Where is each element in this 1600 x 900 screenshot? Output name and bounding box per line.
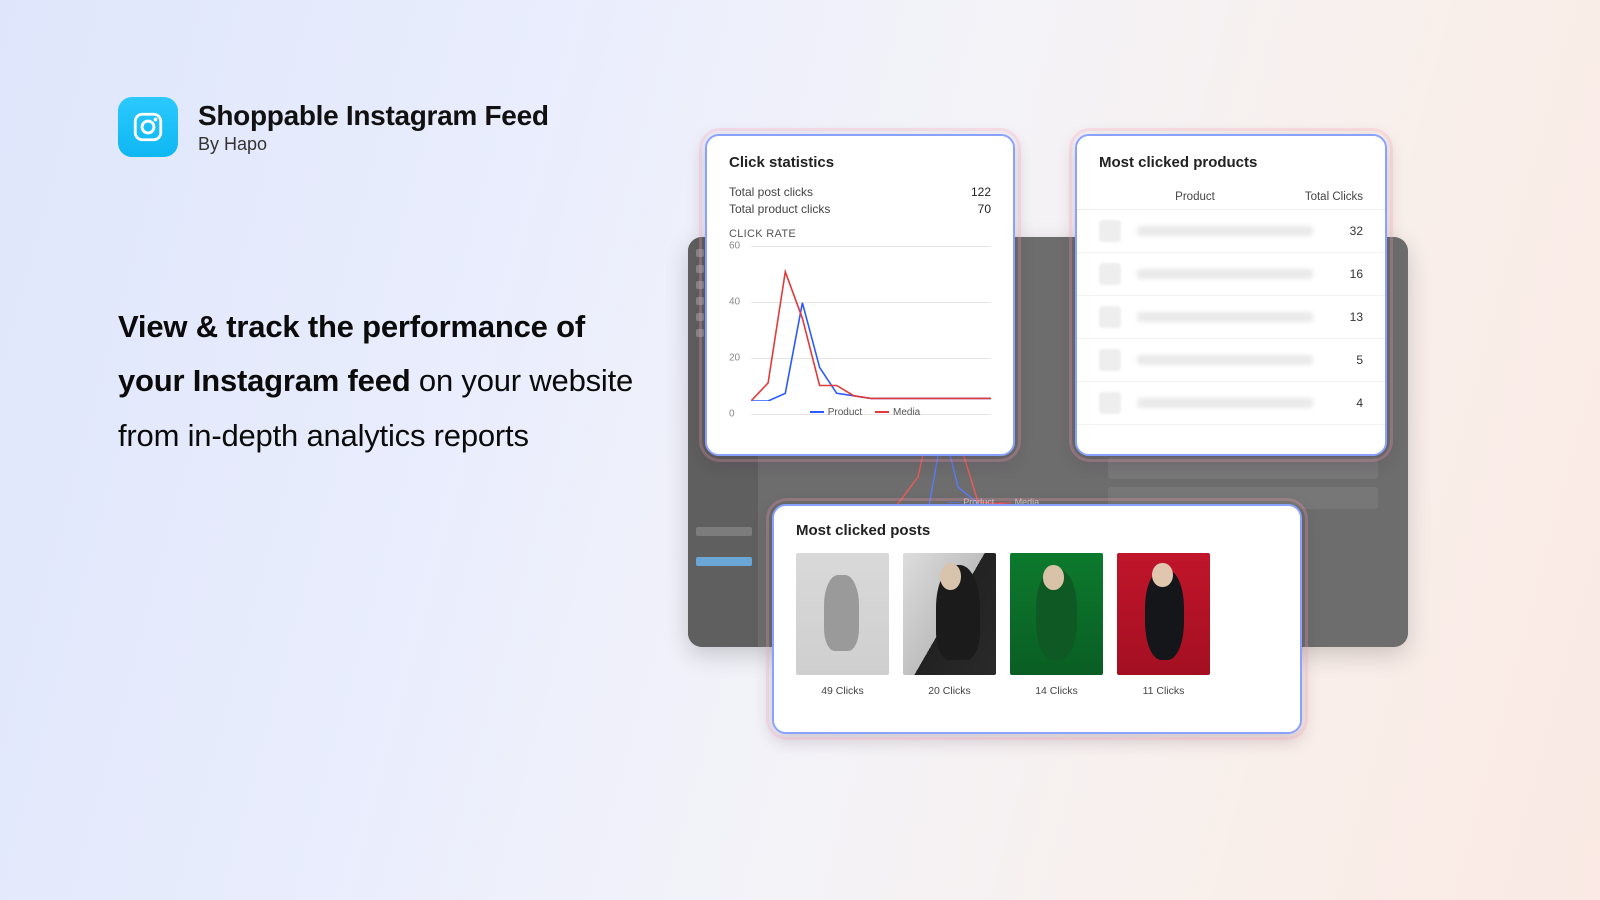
- post-item[interactable]: 11 Clicks: [1117, 553, 1210, 697]
- product-clicks: 16: [1313, 267, 1363, 281]
- product-thumb: [1099, 349, 1121, 371]
- product-row[interactable]: 16: [1077, 253, 1385, 296]
- app-icon: [118, 97, 178, 157]
- col-total-clicks: Total Clicks: [1291, 191, 1363, 203]
- most-clicked-posts-title: Most clicked posts: [796, 522, 1278, 539]
- series-product: [751, 303, 991, 401]
- product-clicks: 32: [1313, 224, 1363, 238]
- products-table-header: Product Total Clicks: [1077, 185, 1385, 210]
- legend-media: Media: [893, 407, 920, 418]
- post-caption: 11 Clicks: [1143, 685, 1185, 697]
- product-name-blurred: [1137, 312, 1313, 322]
- instagram-icon: [131, 110, 165, 144]
- app-byline: By Hapo: [198, 134, 549, 155]
- stat-value: 122: [971, 185, 991, 199]
- post-caption: 14 Clicks: [1035, 685, 1078, 697]
- product-name-blurred: [1137, 269, 1313, 279]
- post-item[interactable]: 49 Clicks: [796, 553, 889, 697]
- most-clicked-posts-card: Most clicked posts 49 Clicks 20 Clicks 14 …: [772, 504, 1302, 734]
- chart-legend: Product Media: [729, 407, 991, 418]
- post-image: [1117, 553, 1210, 675]
- col-product: Product: [1099, 191, 1291, 203]
- stat-label: Total product clicks: [729, 202, 830, 216]
- product-thumb: [1099, 263, 1121, 285]
- product-row[interactable]: 32: [1077, 210, 1385, 253]
- post-image: [796, 553, 889, 675]
- app-title-block: Shoppable Instagram Feed By Hapo: [198, 100, 549, 155]
- stat-label: Total post clicks: [729, 185, 813, 199]
- post-image: [1010, 553, 1103, 675]
- most-clicked-products-card: Most clicked products Product Total Clic…: [1075, 134, 1387, 456]
- product-name-blurred: [1137, 398, 1313, 408]
- product-clicks: 5: [1313, 353, 1363, 367]
- click-rate-label: CLICK RATE: [729, 228, 991, 240]
- product-name-blurred: [1137, 355, 1313, 365]
- tagline: View & track the performance of your Ins…: [118, 300, 648, 463]
- product-clicks: 13: [1313, 310, 1363, 324]
- product-clicks: 4: [1313, 396, 1363, 410]
- product-row[interactable]: 4: [1077, 382, 1385, 425]
- post-item[interactable]: 14 Clicks: [1010, 553, 1103, 697]
- legend-product: Product: [828, 407, 862, 418]
- stat-row: Total product clicks 70: [729, 202, 991, 216]
- click-rate-chart: 60 40 20 0 Product Media: [729, 246, 991, 416]
- post-item[interactable]: 20 Clicks: [903, 553, 996, 697]
- click-statistics-card: Click statistics Total post clicks 122 T…: [705, 134, 1015, 456]
- product-name-blurred: [1137, 226, 1313, 236]
- stat-value: 70: [978, 202, 991, 216]
- product-row[interactable]: 13: [1077, 296, 1385, 339]
- post-caption: 20 Clicks: [928, 685, 971, 697]
- post-image: [903, 553, 996, 675]
- stat-row: Total post clicks 122: [729, 185, 991, 199]
- product-thumb: [1099, 220, 1121, 242]
- app-header: Shoppable Instagram Feed By Hapo: [118, 97, 549, 157]
- app-title: Shoppable Instagram Feed: [198, 100, 549, 132]
- product-thumb: [1099, 392, 1121, 414]
- product-row[interactable]: 5: [1077, 339, 1385, 382]
- click-statistics-title: Click statistics: [729, 154, 991, 171]
- post-caption: 49 Clicks: [821, 685, 864, 697]
- most-clicked-products-title: Most clicked products: [1077, 154, 1385, 171]
- product-thumb: [1099, 306, 1121, 328]
